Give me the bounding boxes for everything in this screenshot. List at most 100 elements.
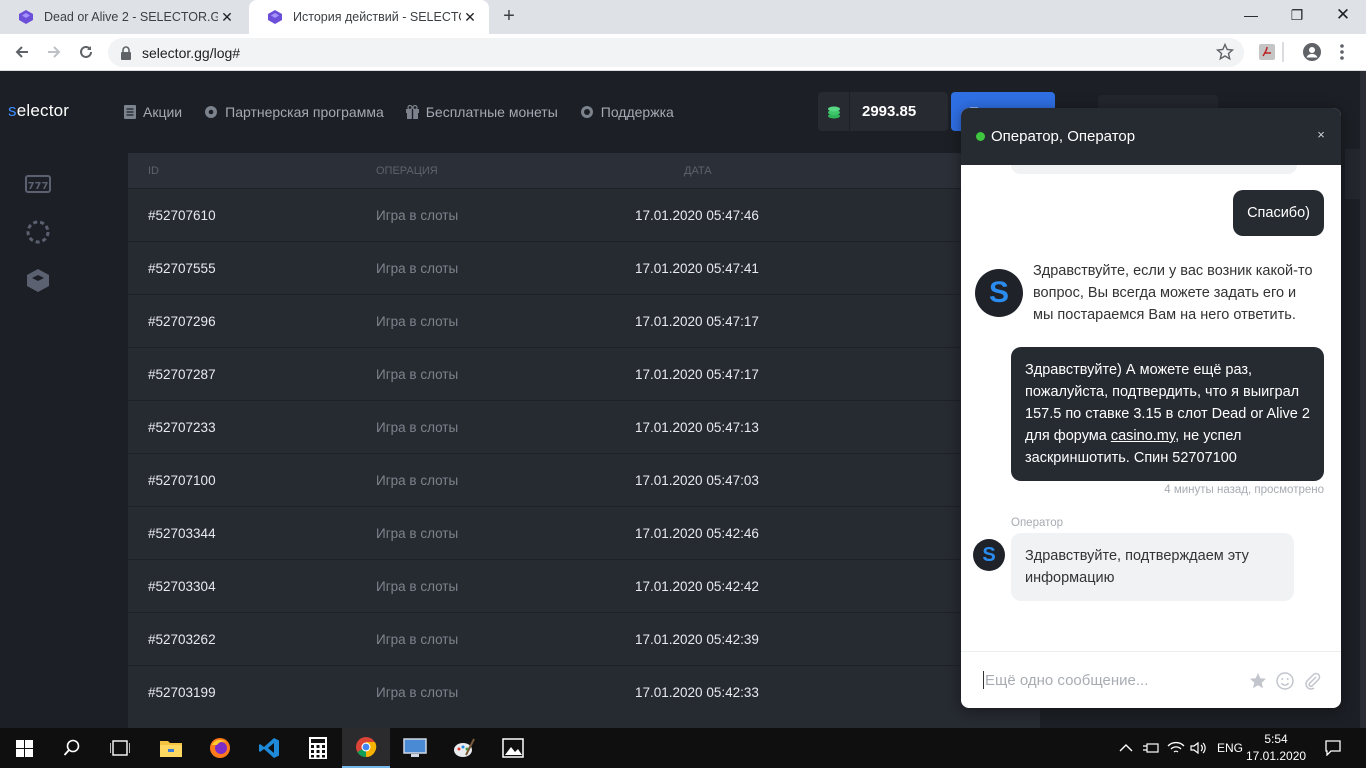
back-arrow-icon[interactable] bbox=[10, 40, 34, 64]
row-date: 17.01.2020 05:42:46 bbox=[635, 525, 759, 541]
operator-avatar: S bbox=[975, 269, 1023, 317]
nav-support[interactable]: Поддержка bbox=[580, 104, 674, 120]
site-logo[interactable]: selector bbox=[8, 101, 69, 121]
nav-partner-program[interactable]: Партнерская программа bbox=[204, 104, 384, 120]
remote-desktop-icon[interactable] bbox=[391, 728, 439, 768]
toolbar-divider bbox=[1282, 42, 1284, 62]
battery-plug-icon[interactable] bbox=[1143, 728, 1159, 768]
row-operation: Игра в слоты bbox=[376, 313, 459, 329]
row-date: 17.01.2020 05:47:41 bbox=[635, 260, 759, 276]
top-navigation: Акции Партнерская программа Бесплатные м… bbox=[124, 104, 674, 120]
previous-message-fragment bbox=[1011, 165, 1297, 174]
table-row: #52703199 Игра в слоты 17.01.2020 05:42:33 bbox=[128, 665, 1040, 718]
minimize-icon[interactable]: — bbox=[1228, 0, 1274, 30]
row-operation: Игра в слоты bbox=[376, 578, 459, 594]
table-row: #52703344 Игра в слоты 17.01.2020 05:42:46 bbox=[128, 506, 1040, 559]
row-id: #52703262 bbox=[148, 631, 216, 647]
tray-chevron-up-icon[interactable] bbox=[1119, 728, 1133, 768]
row-date: 17.01.2020 05:47:17 bbox=[635, 313, 759, 329]
calculator-icon[interactable] bbox=[294, 728, 342, 768]
address-bar[interactable]: selector.gg/log# bbox=[108, 38, 1244, 67]
menu-kebab-icon[interactable] bbox=[1332, 42, 1352, 62]
system-clock[interactable]: 5:54 17.01.2020 bbox=[1246, 731, 1306, 765]
photos-icon[interactable] bbox=[489, 728, 537, 768]
chat-messages[interactable]: Спасибо) S Здравствуйте, если у вас возн… bbox=[961, 165, 1341, 651]
chrome-icon[interactable] bbox=[342, 728, 390, 768]
new-tab-plus-icon[interactable]: + bbox=[499, 6, 519, 26]
operator-confirm-message: Здравствуйте, подтверждаем эту информаци… bbox=[1011, 533, 1294, 601]
volume-icon[interactable] bbox=[1190, 728, 1206, 768]
col-header-operation: Операция bbox=[376, 164, 438, 177]
row-id: #52703304 bbox=[148, 578, 216, 594]
selector-favicon-icon bbox=[19, 10, 33, 24]
row-date: 17.01.2020 05:42:42 bbox=[635, 578, 759, 594]
pdf-extension-icon[interactable] bbox=[1257, 42, 1277, 62]
forward-arrow-icon[interactable] bbox=[42, 40, 66, 64]
notifications-icon[interactable] bbox=[1325, 728, 1341, 768]
operator-avatar-small: S bbox=[973, 539, 1005, 571]
tab-title: История действий - SELECTOR.GG bbox=[293, 10, 461, 24]
row-id: #52703344 bbox=[148, 525, 216, 541]
chat-message-input[interactable]: Ещё одно сообщение... bbox=[961, 651, 1341, 708]
bookmark-star-icon[interactable] bbox=[1216, 43, 1234, 61]
coins-stack-icon bbox=[818, 92, 850, 131]
row-id: #52707610 bbox=[148, 207, 216, 223]
selector-favicon-icon bbox=[268, 10, 282, 24]
left-sidebar: selector 777 bbox=[0, 71, 76, 728]
reload-icon[interactable] bbox=[74, 40, 98, 64]
browser-tab-bar: Dead or Alive 2 - SELECTOR.GG ✕ История … bbox=[0, 0, 1366, 34]
support-chat-widget: Оператор, Оператор × Спасибо) S Здравств… bbox=[961, 108, 1341, 708]
case-box-icon[interactable] bbox=[24, 266, 52, 294]
star-rate-icon[interactable] bbox=[1248, 671, 1268, 691]
row-date: 17.01.2020 05:47:46 bbox=[635, 207, 759, 223]
row-date: 17.01.2020 05:42:39 bbox=[635, 631, 759, 647]
search-icon[interactable] bbox=[48, 728, 96, 768]
paint-icon[interactable] bbox=[440, 728, 488, 768]
browser-tab-doa2[interactable]: Dead or Alive 2 - SELECTOR.GG ✕ bbox=[0, 0, 246, 34]
nav-promotions[interactable]: Акции bbox=[124, 104, 182, 120]
file-explorer-icon[interactable] bbox=[147, 728, 195, 768]
support-headset-icon bbox=[580, 106, 593, 118]
roulette-wheel-icon[interactable] bbox=[24, 218, 52, 246]
firefox-icon[interactable] bbox=[196, 728, 244, 768]
window-close-icon[interactable]: ✕ bbox=[1320, 0, 1366, 30]
row-operation: Игра в слоты bbox=[376, 366, 459, 382]
table-row: #52703262 Игра в слоты 17.01.2020 05:42:39 bbox=[128, 612, 1040, 665]
row-id: #52707555 bbox=[148, 260, 216, 276]
gear-badge-icon bbox=[205, 106, 218, 118]
table-header: ID Операция Дата bbox=[128, 153, 1040, 188]
row-operation: Игра в слоты bbox=[376, 525, 459, 541]
windows-start-icon[interactable] bbox=[0, 728, 48, 768]
row-operation: Игра в слоты bbox=[376, 684, 459, 700]
task-view-icon[interactable] bbox=[96, 728, 144, 768]
chat-close-icon[interactable]: × bbox=[1313, 127, 1329, 143]
url-text: selector.gg/log# bbox=[142, 44, 241, 61]
row-id: #52707100 bbox=[148, 472, 216, 488]
tab-close-icon[interactable]: ✕ bbox=[461, 9, 479, 26]
slots-777-icon[interactable]: 777 bbox=[24, 170, 52, 198]
tab-close-icon[interactable]: ✕ bbox=[218, 9, 236, 26]
attach-paperclip-icon[interactable] bbox=[1302, 671, 1322, 691]
input-language[interactable]: ENG bbox=[1217, 728, 1243, 768]
profile-avatar-icon[interactable] bbox=[1302, 42, 1322, 62]
browser-tab-log[interactable]: История действий - SELECTOR.GG ✕ bbox=[249, 0, 489, 34]
wifi-icon[interactable] bbox=[1167, 728, 1185, 768]
col-header-id: ID bbox=[148, 164, 159, 177]
emoji-smile-icon[interactable] bbox=[1275, 671, 1295, 691]
row-id: #52703199 bbox=[148, 684, 216, 700]
restore-icon[interactable]: ❐ bbox=[1274, 0, 1320, 30]
table-row: #52707296 Игра в слоты 17.01.2020 05:47:17 bbox=[128, 294, 1040, 347]
nav-free-coins[interactable]: Бесплатные монеты bbox=[405, 104, 558, 120]
casino-link[interactable]: casino.my bbox=[1111, 428, 1175, 444]
activity-log-table: ID Операция Дата #52707610 Игра в слоты 17… bbox=[128, 153, 1040, 728]
tab-title: Dead or Alive 2 - SELECTOR.GG bbox=[44, 10, 218, 24]
row-id: #52707296 bbox=[148, 313, 216, 329]
table-row: #52703304 Игра в слоты 17.01.2020 05:42:42 bbox=[128, 559, 1040, 612]
user-message-request: Здравствуйте) А можете ещё раз, пожалуйс… bbox=[1011, 347, 1324, 481]
svg-text:777: 777 bbox=[28, 181, 49, 192]
col-header-date: Дата bbox=[684, 164, 712, 177]
table-row: #52707610 Игра в слоты 17.01.2020 05:47:46 bbox=[128, 188, 1040, 241]
vscode-icon[interactable] bbox=[245, 728, 293, 768]
page-scrollbar[interactable] bbox=[1360, 71, 1366, 728]
browser-toolbar: selector.gg/log# bbox=[0, 34, 1366, 71]
